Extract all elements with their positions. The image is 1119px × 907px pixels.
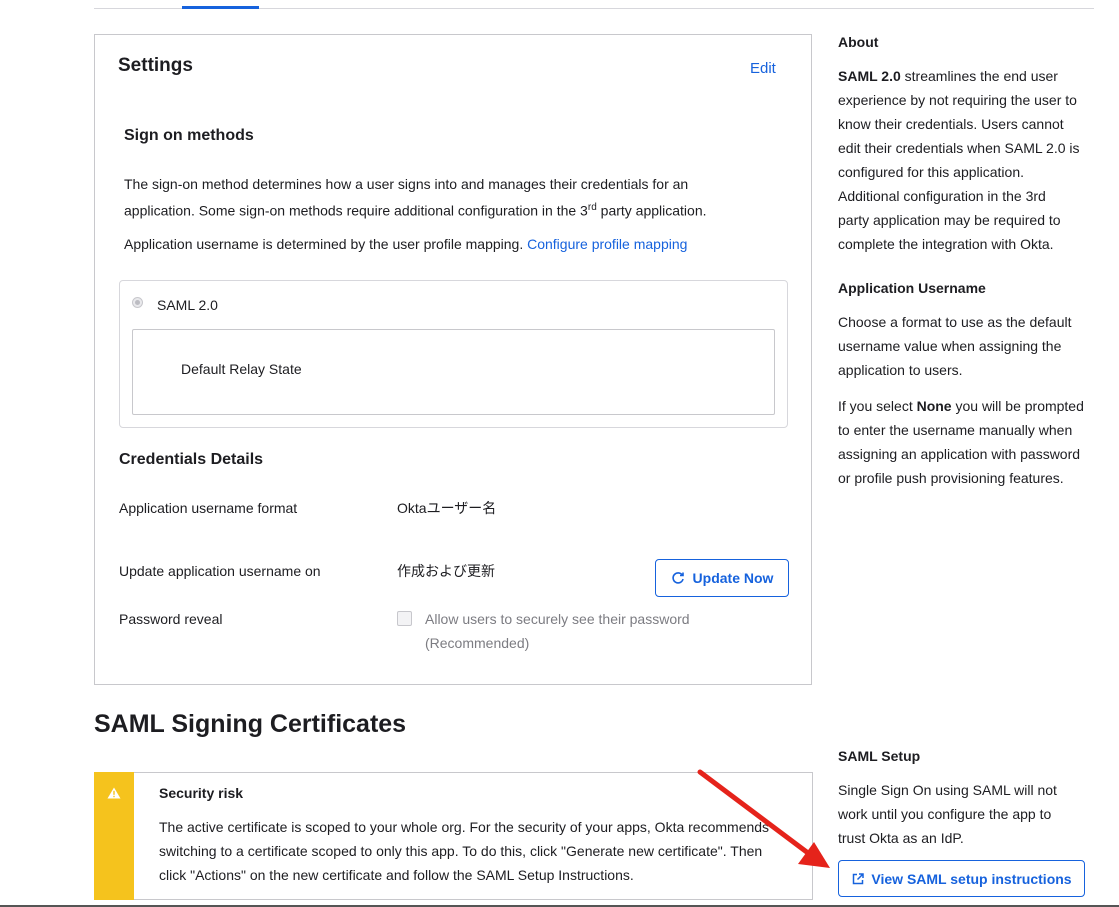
update-username-on-value: 作成および更新 [397,563,495,579]
refresh-icon [671,572,684,584]
none-line2: to enter the username manually when [838,422,1073,438]
settings-title: Settings [118,55,193,76]
username-mapping-text: Application username is determined by th… [124,236,524,252]
allow-reveal-line2: (Recommended) [425,635,530,651]
about-line2: experience by not requiring the user to [838,92,1077,108]
view-saml-setup-instructions-button[interactable]: View SAML setup instructions [838,860,1085,897]
update-now-button[interactable]: Update Now [655,559,789,597]
sign-on-methods-heading: Sign on methods [124,127,254,144]
about-line6: Additional configuration in the 3rd [838,188,1046,204]
none-rest: you will be prompted [955,398,1084,414]
username-format-label: Application username format [119,500,298,516]
sign-on-description: The sign-on method determines how a user… [124,172,764,223]
none-option-line: If you select None you will be prompted [838,394,1108,418]
about-line5: configured for this application. [838,164,1024,180]
saml-radio[interactable] [132,297,143,308]
none-word: None [916,398,952,414]
sign-on-desc-part3: party application. [596,202,707,219]
sign-on-desc-sup: rd [587,202,597,213]
saml-option-label: SAML 2.0 [157,297,218,313]
about-line1: SAML 2.0 streamlines the end user [838,64,1108,88]
saml-signing-certificates-heading: SAML Signing Certificates [94,710,407,738]
update-username-on-label: Update application username on [119,563,321,579]
saml-setup-line2: work until you configure the app to [838,806,1052,822]
saml-setup-heading: SAML Setup [838,748,921,764]
update-now-label: Update Now [692,570,774,586]
none-line4: or profile push provisioning features. [838,470,1064,486]
about-line4: edit their credentials when SAML 2.0 is [838,140,1080,156]
about-lead: SAML 2.0 [838,68,901,84]
warning-icon [107,787,121,799]
allow-password-reveal-text: Allow users to securely see their passwo… [425,607,690,655]
application-username-text: Choose a format to use as the default us… [838,310,1108,490]
about-line3: know their credentials. Users cannot [838,116,1064,132]
external-link-icon [853,872,865,884]
edit-link[interactable]: Edit [750,60,776,77]
about-line1-text: streamlines the end user [904,68,1058,84]
about-line8: complete the integration with Okta. [838,236,1054,252]
annotation-arrow-icon [697,769,830,868]
sign-on-desc-part2: application. Some sign-on methods requir… [124,202,588,219]
view-saml-setup-label: View SAML setup instructions [871,870,1072,887]
password-reveal-label: Password reveal [119,611,223,627]
none-line3: assigning an application with password [838,446,1081,462]
alert-title: Security risk [159,785,244,801]
app-username-line1: Choose a format to use as the default [838,314,1072,330]
active-tab-indicator [182,6,259,9]
application-username-heading: Application Username [838,280,986,296]
about-line7: party application may be required to [838,212,1061,228]
allow-password-reveal-checkbox[interactable] [397,611,412,626]
none-prefix: If you select [838,398,913,414]
username-format-value: Oktaユーザー名 [397,500,497,516]
relay-state-label: Default Relay State [181,361,302,377]
about-text: SAML 2.0 streamlines the end user experi… [838,64,1108,256]
sign-on-description-line2: application. Some sign-on methods requir… [124,196,764,223]
saml-setup-text: Single Sign On using SAML will not work … [838,778,1108,850]
allow-reveal-line1: Allow users to securely see their passwo… [425,611,690,627]
about-heading: About [838,34,879,50]
saml-setup-line1: Single Sign On using SAML will not [838,782,1057,798]
app-username-line2: username value when assigning the [838,338,1062,354]
sign-on-description-line1: The sign-on method determines how a user… [124,176,689,192]
profile-mapping-row: Application username is determined by th… [124,232,687,256]
app-username-line3: application to users. [838,362,963,378]
credentials-heading: Credentials Details [119,451,264,468]
configure-profile-mapping-link[interactable]: Configure profile mapping [527,236,687,252]
saml-setup-line3: trust Okta as an IdP. [838,830,964,846]
